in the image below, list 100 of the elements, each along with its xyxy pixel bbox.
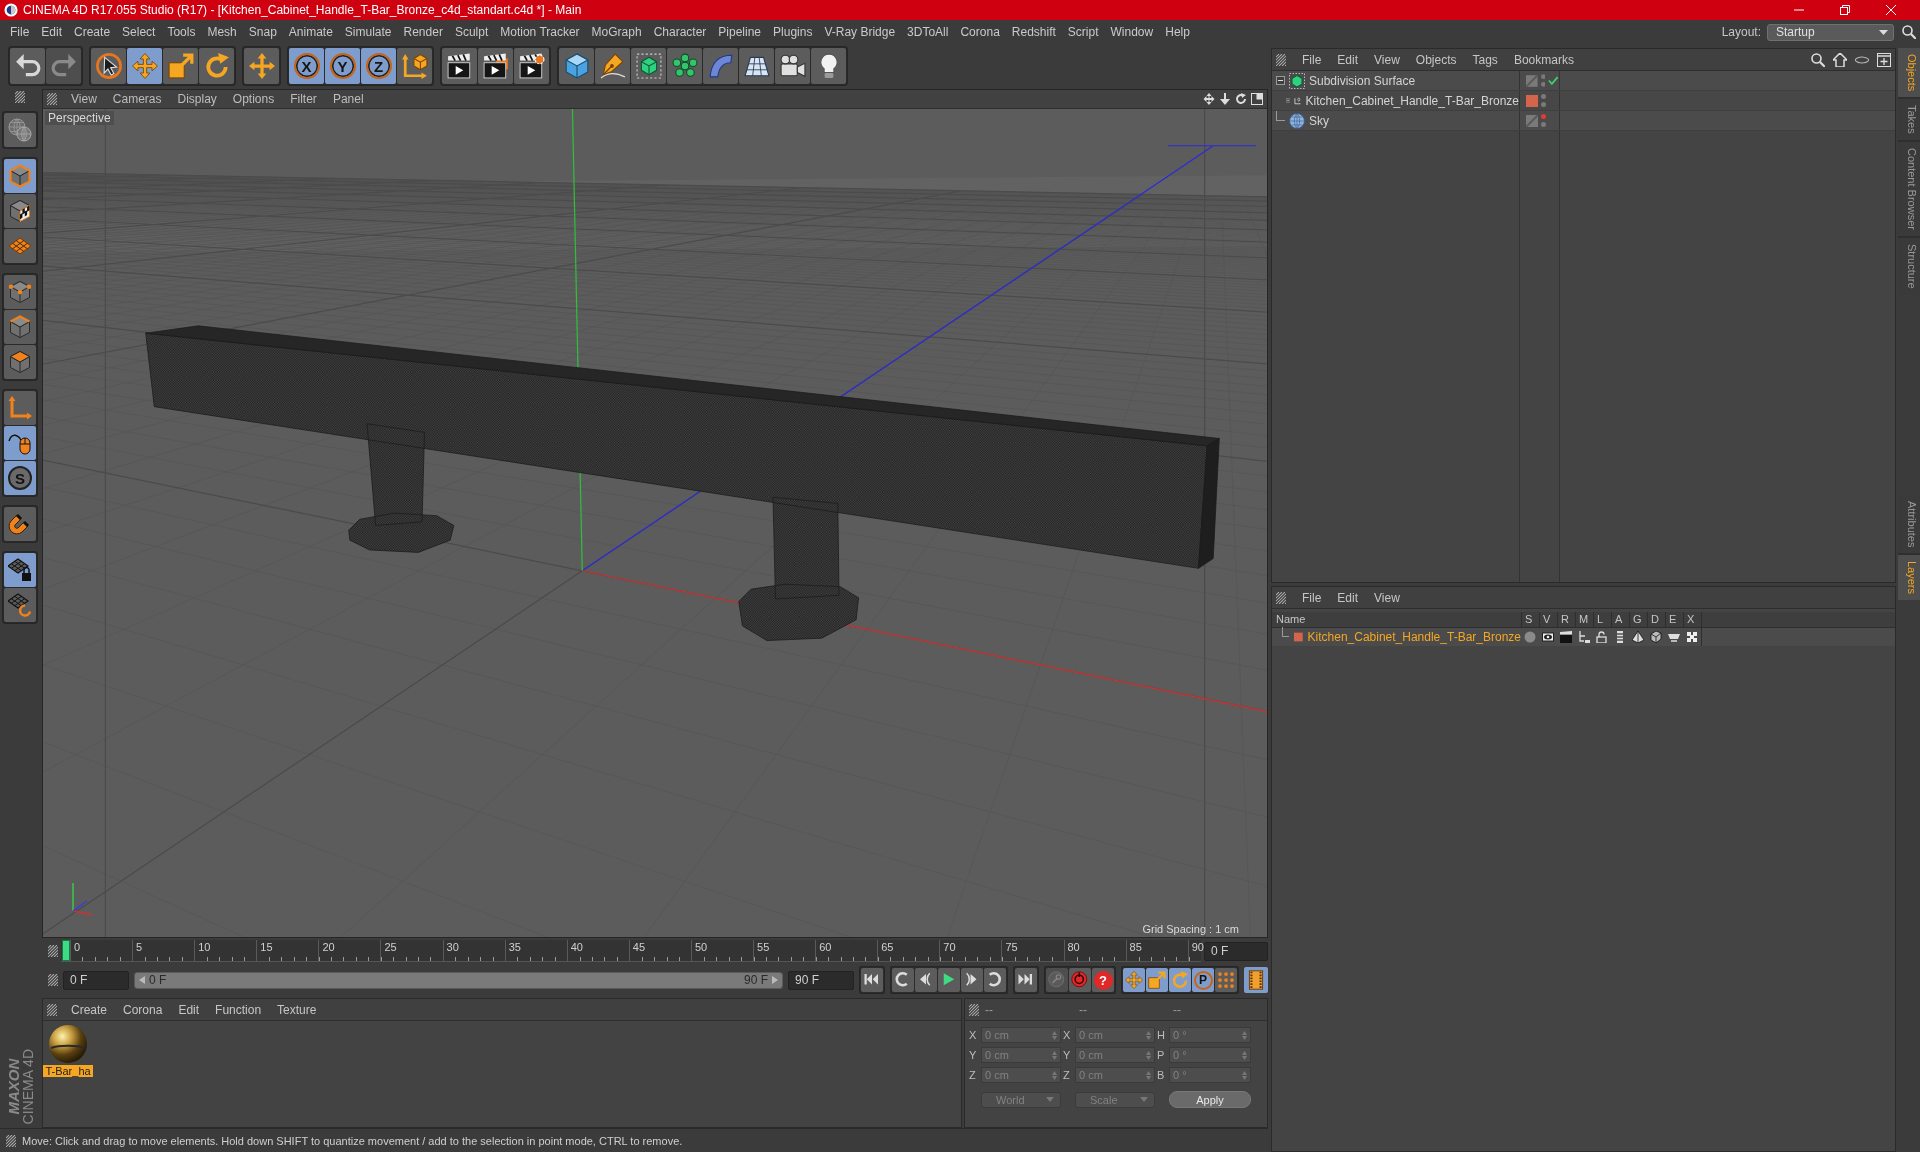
menu-item[interactable]: Tags — [1464, 52, 1506, 67]
menu-item[interactable]: Corona — [954, 25, 1006, 39]
key-selection-button[interactable]: ? — [1092, 968, 1114, 992]
cube-cage-icon[interactable] — [1289, 72, 1305, 89]
menu-item[interactable]: 3DToAll — [901, 25, 955, 39]
next-frame-button[interactable] — [961, 968, 983, 992]
menu-item[interactable]: Display — [169, 92, 225, 106]
grip-icon[interactable] — [47, 93, 57, 105]
add-cloner-button[interactable] — [667, 48, 702, 84]
axis-lock-button[interactable]: Z — [361, 48, 396, 84]
menu-item[interactable]: Cameras — [104, 92, 170, 106]
menu-item[interactable]: View — [63, 92, 105, 106]
menu-item[interactable]: Edit — [1329, 590, 1367, 605]
search-icon[interactable] — [1902, 25, 1916, 39]
grip-icon[interactable] — [969, 1003, 979, 1016]
panel-tab[interactable]: Attributes — [1898, 494, 1920, 554]
add-subdivision-surface-button[interactable] — [631, 48, 666, 84]
eye-icon[interactable] — [1542, 631, 1554, 643]
home-icon[interactable] — [1833, 52, 1847, 67]
live-selection-button[interactable] — [91, 48, 126, 84]
restore-icon[interactable] — [1840, 5, 1850, 15]
pen-tool-button[interactable] — [595, 48, 630, 84]
menu-item[interactable]: Edit — [170, 1002, 208, 1017]
menu-item[interactable]: Plugins — [767, 25, 819, 39]
menu-item[interactable]: MoGraph — [585, 25, 648, 39]
object-name[interactable]: Kitchen_Cabinet_Handle_T-Bar_Bronze — [1305, 93, 1519, 108]
clapperboard-icon[interactable] — [1560, 631, 1572, 643]
menu-item[interactable]: File — [1294, 590, 1330, 605]
maximize-view-icon[interactable] — [1251, 93, 1263, 105]
material-name[interactable]: T-Bar_ha — [43, 1065, 93, 1077]
menu-item[interactable]: Window — [1104, 25, 1160, 39]
close-icon[interactable] — [1886, 5, 1896, 15]
object-name[interactable]: Subdivision Surface — [1309, 73, 1416, 88]
next-key-button[interactable] — [984, 968, 1006, 992]
menu-item[interactable]: File — [1294, 52, 1330, 67]
menu-item[interactable]: Function — [207, 1002, 270, 1017]
lock-icon[interactable] — [1596, 631, 1608, 643]
scale-tool-button[interactable] — [163, 48, 198, 84]
menu-item[interactable]: Create — [68, 25, 117, 39]
menu-item[interactable]: V-Ray Bridge — [818, 25, 902, 39]
menu-item[interactable]: Tools — [161, 25, 202, 39]
arrow-right-icon[interactable] — [772, 976, 778, 984]
grip-icon[interactable] — [6, 1134, 16, 1147]
previous-frame-button[interactable] — [915, 968, 937, 992]
layout-dropdown[interactable]: Startup — [1767, 23, 1894, 41]
rotate-tool-button[interactable] — [199, 48, 234, 84]
add-window-icon[interactable] — [1877, 52, 1891, 67]
visibility-dots-icon[interactable] — [1541, 114, 1546, 127]
workplane-mode-button[interactable] — [4, 229, 36, 263]
grip-icon[interactable] — [15, 91, 25, 103]
edges-mode-button[interactable] — [4, 310, 36, 344]
menu-item[interactable]: Render — [397, 25, 449, 39]
menu-item[interactable]: View — [1366, 590, 1408, 605]
globe-icon[interactable] — [1289, 112, 1305, 129]
menu-item[interactable]: Help — [1159, 25, 1196, 39]
position-key-button[interactable] — [1123, 968, 1145, 992]
timeline-button[interactable] — [1244, 967, 1268, 993]
frame-field[interactable]: 0 F — [63, 970, 129, 990]
menu-item[interactable]: Script — [1061, 25, 1105, 39]
polygons-mode-button[interactable] — [4, 345, 36, 379]
frame-field[interactable]: 90 F — [788, 970, 854, 990]
collapse-icon[interactable] — [1276, 76, 1285, 85]
frame-range-slider[interactable]: 0 F 90 F — [134, 971, 783, 989]
move-view-icon[interactable] — [1203, 93, 1215, 105]
tweak-mode-button[interactable] — [4, 426, 36, 460]
lock-workplane-button[interactable] — [4, 553, 36, 587]
solo-button[interactable]: S — [4, 461, 36, 495]
axis-lock-button[interactable]: X — [289, 48, 324, 84]
menu-item[interactable]: Redshift — [1005, 25, 1062, 39]
check-icon[interactable] — [1548, 76, 1559, 85]
add-floor-button[interactable] — [739, 48, 774, 84]
render-settings-button[interactable] — [514, 48, 549, 84]
solo-dot-icon[interactable] — [1524, 631, 1536, 643]
layer-swatch-icon[interactable] — [1293, 631, 1303, 643]
cup-icon[interactable] — [1668, 631, 1680, 643]
visibility-dots-icon[interactable] — [1540, 74, 1546, 87]
panel-tab[interactable]: Objects — [1898, 48, 1920, 98]
points-mode-button[interactable] — [4, 275, 36, 309]
layer-swatch-icon[interactable] — [1526, 94, 1538, 107]
frame-field[interactable]: 0 F — [1204, 941, 1268, 961]
panel-tab[interactable]: Takes — [1898, 99, 1920, 141]
hierarchy-icon[interactable] — [1578, 631, 1590, 643]
coordinate-system-button[interactable] — [397, 48, 432, 84]
undo-button[interactable] — [10, 48, 45, 84]
menu-item[interactable]: Create — [63, 1002, 116, 1017]
down-arrow-icon[interactable] — [1219, 93, 1231, 105]
object-name[interactable]: Sky — [1309, 113, 1329, 128]
add-cube-button[interactable] — [559, 48, 594, 84]
playhead[interactable] — [62, 940, 70, 961]
menu-item[interactable]: Character — [647, 25, 713, 39]
workplane-sync-button[interactable] — [4, 588, 36, 622]
panel-tab[interactable]: Layers — [1898, 555, 1920, 601]
menu-item[interactable]: Edit — [35, 25, 69, 39]
add-light-button[interactable] — [811, 48, 846, 84]
parameter-key-button[interactable]: P — [1192, 968, 1214, 992]
menu-item[interactable]: Options — [224, 92, 283, 106]
point-level-key-button[interactable] — [1215, 968, 1237, 992]
visibility-dots-icon[interactable] — [1541, 94, 1546, 107]
menu-item[interactable]: Texture — [269, 1002, 325, 1017]
menu-item[interactable]: File — [4, 25, 36, 39]
